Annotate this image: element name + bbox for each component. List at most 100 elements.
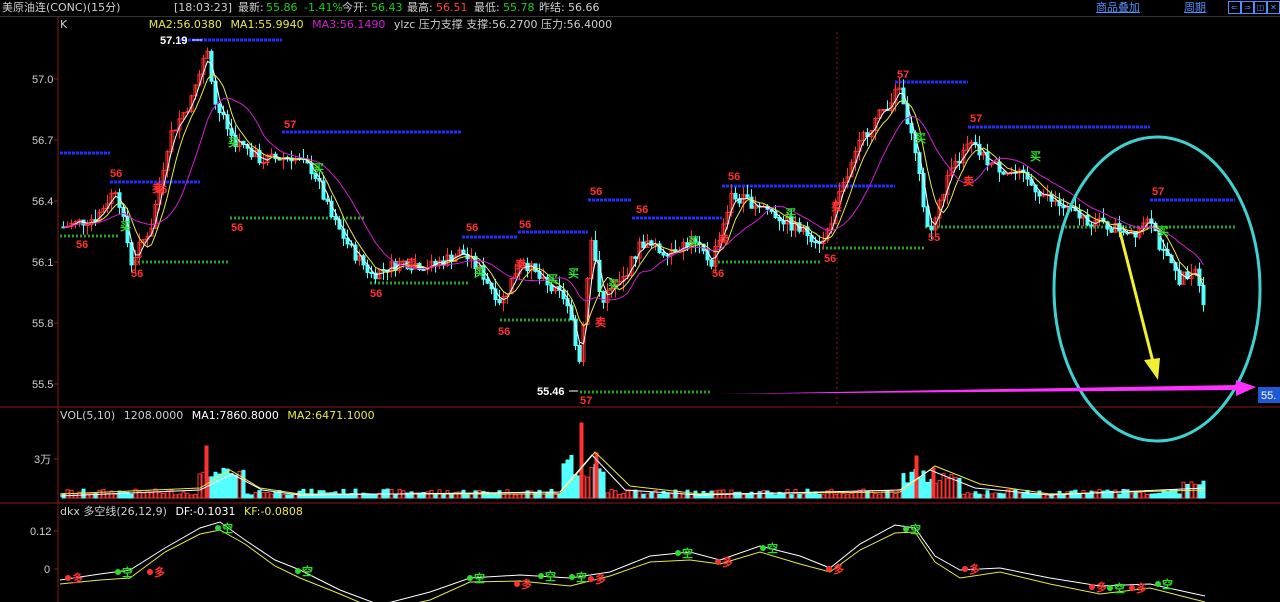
dkx-short-dot (569, 574, 575, 580)
level-label: 56 (110, 168, 122, 180)
volume-bar (873, 493, 878, 499)
volume-bar (145, 490, 150, 499)
y-tick: 57.0 (32, 74, 53, 86)
volume-bar (1165, 491, 1170, 499)
volume-bar (841, 493, 846, 499)
sell-signal: 卖 (718, 232, 729, 246)
volume-bar (513, 494, 518, 499)
dkx-short-dot (1107, 585, 1113, 591)
volume-bar (561, 463, 566, 499)
level-label: 57 (970, 113, 982, 125)
volume-bar (1033, 493, 1038, 499)
volume-bar (997, 492, 1002, 499)
candle-body (633, 256, 638, 259)
volume-bar (737, 491, 742, 499)
volume-bar (1029, 493, 1034, 499)
sell-signal: 卖 (963, 174, 974, 188)
volume-bar (81, 488, 86, 499)
volume-bar (1061, 494, 1066, 499)
volume-bar (261, 492, 266, 499)
buy-signal: 买 (313, 162, 324, 175)
volume-bar (977, 493, 982, 499)
volume-bar (633, 489, 638, 499)
volume-bar (605, 492, 610, 499)
volume-bar (1069, 490, 1074, 499)
ma1-line (63, 60, 1204, 345)
volume-bar (149, 492, 154, 499)
level-label: 57 (580, 395, 592, 407)
dkx-y-tick: 0 (44, 564, 50, 576)
price-chart[interactable]: 57.0 56.7 56.4 56.1 55.8 55.5 3万 0.12 0 … (0, 0, 1280, 602)
volume-bar (601, 471, 606, 499)
level-labels: 5757 575656565656565656565656565656555757 (76, 39, 1164, 407)
volume-bar (877, 493, 882, 499)
level-label: 56 (728, 171, 740, 183)
volume-bar (1193, 483, 1198, 499)
volume-bar (989, 493, 994, 499)
volume-bar (1097, 488, 1102, 499)
dkx-short-signal: 空 (545, 569, 556, 583)
volume-bar (1077, 493, 1082, 499)
down-arrow-shaft (1118, 231, 1155, 363)
volume-bar (793, 489, 798, 499)
dkx-long-dot (962, 566, 968, 572)
volume-bar (1113, 489, 1118, 499)
volume-bar (621, 492, 626, 499)
dkx-short-signal: 空 (474, 571, 485, 585)
buy-signal: 买 (688, 235, 699, 248)
volume-bar (973, 491, 978, 499)
volume-bar (141, 492, 146, 499)
volume-bar (113, 493, 118, 499)
volume-bar (965, 492, 970, 499)
volume-bar (909, 471, 914, 499)
dkx-short-signal: 空 (1162, 577, 1173, 591)
moving-averages (63, 60, 1204, 345)
volume-bar (1001, 493, 1006, 499)
volume-bar (1009, 488, 1014, 499)
candlesticks (61, 47, 1206, 367)
dkx-long-dot (514, 581, 520, 587)
dkx-short-dot (675, 550, 681, 556)
sell-signal: 卖 (152, 181, 163, 195)
volume-bar (761, 489, 766, 499)
volume-bar (669, 493, 674, 499)
volume-bar (1025, 489, 1030, 499)
volume-bar (257, 490, 262, 499)
volume-bar (1197, 484, 1202, 499)
volume-bar (329, 492, 334, 499)
volume-bar (253, 492, 258, 499)
sell-signal: 卖 (515, 257, 526, 271)
level-label: 56 (519, 219, 531, 231)
candle-body (217, 103, 222, 113)
volume-bar (241, 469, 246, 499)
candle-body (925, 206, 930, 227)
dkx-short-dot (115, 569, 121, 575)
volume-bar (225, 468, 230, 499)
buy-signal: 买 (568, 267, 579, 280)
volume-bar (269, 493, 274, 499)
candle-body (601, 291, 606, 303)
dkx-long-signal: 多 (969, 562, 980, 576)
volume-bar (509, 493, 514, 499)
candle-body (1201, 284, 1206, 306)
volume-bar (931, 467, 936, 499)
volume-bar (193, 493, 198, 499)
volume-y-axis: 3万 (34, 454, 58, 466)
volume-bar (1117, 493, 1122, 499)
buy-signal: 买 (1030, 150, 1041, 163)
volume-bar (89, 492, 94, 499)
volume-bar (1177, 493, 1182, 499)
sell-signal: 卖 (831, 199, 842, 213)
volume-bar (589, 466, 594, 499)
candle-body (665, 254, 670, 257)
dkx-short-signal: 空 (767, 541, 778, 555)
volume-bar (345, 493, 350, 499)
volume-bar (645, 493, 650, 499)
dkx-short-dot (1155, 581, 1161, 587)
volume-bar (1129, 493, 1134, 499)
buy-signal: 买 (1158, 225, 1169, 238)
volume-bar (181, 491, 186, 499)
dkx-long-signal: 多 (833, 562, 844, 576)
volume-bar (773, 494, 778, 499)
dkx-short-signal: 空 (910, 522, 921, 536)
